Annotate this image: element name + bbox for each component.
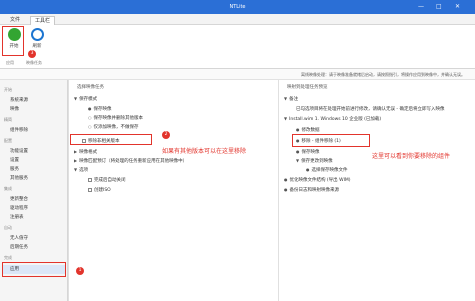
- item-icon: ●: [306, 167, 310, 172]
- radio-save-image[interactable]: ● 保存映像: [88, 106, 112, 112]
- highlight-remove-editions: [70, 134, 152, 145]
- radio-icon: ○: [88, 124, 92, 129]
- collapse-icon: ▶: [74, 158, 78, 163]
- checkbox-icon: [88, 187, 92, 192]
- sidebar-item-updates[interactable]: 更新整合: [10, 196, 28, 202]
- preview-optimize[interactable]: ● 优化映像文件结构 (导出 WIM): [284, 177, 351, 183]
- highlight-apply: [2, 262, 66, 277]
- annotation-right: 这里可以看到你要移除的组件: [372, 153, 451, 160]
- check-auto-close[interactable]: 完成后自动关闭: [88, 177, 126, 183]
- sidebar-section-finish: 完成: [4, 255, 12, 260]
- sidebar-item-image[interactable]: 映像: [10, 106, 19, 112]
- badge-3: 3: [28, 50, 36, 58]
- sidebar-section-start: 开始: [4, 87, 12, 92]
- minimize-icon[interactable]: —: [418, 3, 424, 10]
- expand-icon: ▼: [296, 158, 300, 163]
- preview-modify-data[interactable]: ● 修改数据: [296, 127, 320, 133]
- checkbox-icon: [88, 177, 92, 182]
- item-icon: ●: [296, 127, 300, 132]
- sidebar-item-components[interactable]: 组件移除: [10, 127, 28, 133]
- radio-icon: ○: [88, 115, 92, 120]
- preview-install-wim[interactable]: ▼ Install.wim 1. Windows 10 企业版 (已加载): [284, 116, 381, 122]
- highlight-remove-components: [292, 134, 370, 147]
- ribbon-group-image-task: 映像任务: [26, 60, 42, 65]
- sidebar-section-auto: 自动: [4, 225, 12, 230]
- badge-2: 2: [162, 131, 170, 139]
- refresh-button-label: 刷新: [32, 44, 42, 49]
- expand-icon: ▼: [284, 96, 288, 101]
- check-create-iso[interactable]: 创建ISO: [88, 187, 111, 193]
- item-icon: ●: [284, 187, 288, 192]
- tab-toolbar[interactable]: 工具栏: [30, 16, 56, 25]
- item-icon: ●: [296, 149, 300, 154]
- annotation-middle: 如果有其他版本可以在这里移除: [162, 148, 247, 155]
- sidebar-item-post-tasks[interactable]: 后期任务: [10, 244, 28, 250]
- radio-save-delete-others[interactable]: ○ 保存映像并删除其他版本: [88, 115, 143, 121]
- ribbon-tabs: 文件 工具栏: [0, 14, 475, 25]
- radio-add-only[interactable]: ○ 仅添加映像，不做保存: [88, 124, 139, 130]
- preview-panel-header: 映射到处理任务预览: [287, 85, 328, 90]
- status-line: 离线映像处理：请于映像准备就绪后启动，请按照指引，将操作应用到映像中，并确认无误…: [0, 69, 475, 80]
- sidebar-item-services[interactable]: 服务: [10, 166, 19, 172]
- tab-file[interactable]: 文件: [6, 16, 24, 25]
- preview-select-file[interactable]: ● 选择保存映像文件: [306, 167, 348, 173]
- close-icon[interactable]: ✕: [455, 3, 460, 10]
- highlight-start-button: [2, 26, 24, 56]
- sidebar-item-settings[interactable]: 设置: [10, 157, 19, 163]
- expand-icon: ▼: [74, 96, 78, 101]
- task-panel-header: 选择映像任务: [77, 85, 104, 90]
- ribbon-group-apply: 应用: [6, 60, 14, 65]
- ribbon: 开始 刷新 应用 映像任务: [0, 25, 475, 69]
- status-message: 离线映像处理：请于映像准备就绪后启动，请按照指引，将操作应用到映像中，并确认无误…: [301, 72, 465, 77]
- preview-backup-log[interactable]: ● 备份日志和映射映像来源: [284, 187, 339, 193]
- title-bar: NTLite — □ ✕: [0, 0, 475, 14]
- tree-save-mode[interactable]: ▼ 保存模式: [74, 96, 97, 102]
- sidebar-section-integrate: 集成: [4, 186, 12, 191]
- preview-notes-text: 已勾选项目将在处理开始前进行修改，请确认无误 - 确定后将立即写入映像: [296, 107, 445, 112]
- sidebar-item-unattended[interactable]: 无人值守: [10, 235, 28, 241]
- expand-icon: ▼: [74, 167, 78, 172]
- preview-save-changes[interactable]: ▼ 保存更改到映像: [296, 158, 333, 164]
- sidebar-item-registry[interactable]: 注册表: [10, 214, 24, 220]
- collapse-icon: ▶: [74, 149, 78, 154]
- preview-save-image[interactable]: ● 保存映像: [296, 149, 320, 155]
- expand-icon: ▼: [284, 116, 288, 121]
- window-title: NTLite: [229, 4, 246, 10]
- preview-notes[interactable]: ▼ 备注: [284, 96, 298, 102]
- sidebar-section-config: 配置: [4, 138, 12, 143]
- sidebar-item-source[interactable]: 系统来源: [10, 97, 28, 103]
- item-icon: ●: [284, 177, 288, 182]
- tree-options[interactable]: ▼ 选项: [74, 167, 88, 173]
- sidebar-item-other-services[interactable]: 其他服务: [10, 175, 28, 181]
- radio-icon: ●: [88, 106, 92, 111]
- sidebar-item-drivers[interactable]: 驱动程序: [10, 205, 28, 211]
- tree-image-format[interactable]: ▶ 映像格式: [74, 149, 97, 155]
- tree-image-preset[interactable]: ▶ 映像匹配预订（将处理的任务重新应用在其他映像中）: [74, 158, 187, 164]
- maximize-icon[interactable]: □: [436, 3, 442, 10]
- sidebar-section-trim: 精简: [4, 117, 12, 122]
- sidebar-item-features[interactable]: 功能设置: [10, 148, 28, 154]
- refresh-icon: [30, 28, 44, 41]
